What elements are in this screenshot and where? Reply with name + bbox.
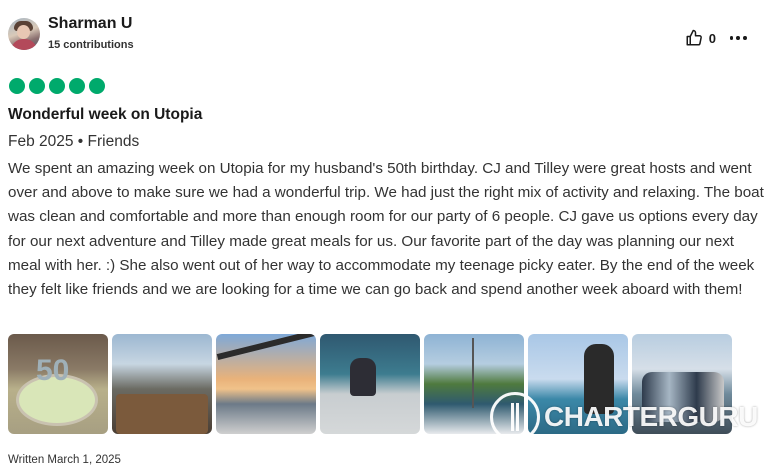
avatar[interactable] [8,18,40,50]
review-title: Wonderful week on Utopia [8,106,203,123]
rating-bubble-icon [69,78,85,94]
rating-bubbles [9,78,105,94]
review-photo[interactable] [528,334,628,434]
review-photo[interactable] [216,334,316,434]
group-shape [642,372,724,422]
rating-bubble-icon [49,78,65,94]
review-header: Sharman U 15 contributions 0 [8,14,762,56]
photo-strip: 50 [8,334,736,434]
person-shape [350,358,376,396]
mast-shape [472,338,474,408]
like-button[interactable]: 0 [685,29,716,47]
dot [729,36,734,40]
review-photo[interactable]: 50 [8,334,108,434]
review-meta: Feb 2025 • Friends [8,133,140,150]
boat-frame-shape [216,334,316,361]
contributions-count: 15 contributions [48,39,134,51]
cake-topper-text: 50 [36,354,70,387]
rating-bubble-icon [89,78,105,94]
thumbs-up-icon [686,29,702,46]
person-shape [584,344,614,414]
rating-bubble-icon [29,78,45,94]
dot [736,36,740,40]
review-photo[interactable] [320,334,420,434]
username[interactable]: Sharman U [48,15,132,33]
table-shape [116,394,208,434]
review-photo[interactable] [424,334,524,434]
review-photo[interactable] [632,334,732,434]
avatar-face [17,25,30,39]
more-options-icon[interactable] [728,28,748,48]
rating-bubble-icon [9,78,25,94]
avatar-body [11,39,37,50]
review-photo[interactable] [112,334,212,434]
dot [742,36,747,40]
review-body: We spent an amazing week on Utopia for m… [8,160,764,299]
written-date: Written March 1, 2025 [8,454,121,466]
like-count: 0 [708,30,716,46]
